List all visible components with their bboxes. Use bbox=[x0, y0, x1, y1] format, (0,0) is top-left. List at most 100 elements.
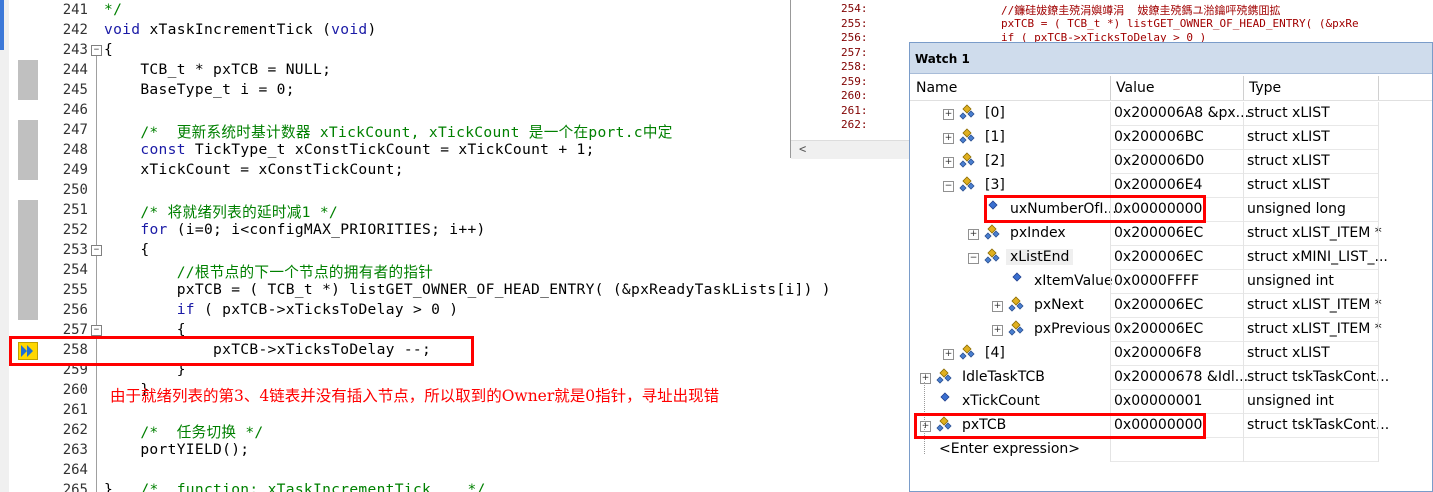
expand-plus-icon[interactable]: + bbox=[943, 157, 954, 168]
breakpoint-area[interactable] bbox=[18, 260, 38, 280]
watch-value[interactable]: 0x200006BC bbox=[1114, 129, 1204, 145]
code-line[interactable]: 242 void xTaskIncrementTick (void) bbox=[0, 20, 910, 40]
watch-value[interactable]: 0x20000678 &Idl... bbox=[1114, 369, 1248, 385]
breakpoint-area[interactable] bbox=[18, 300, 38, 320]
breakpoint-area[interactable] bbox=[18, 160, 38, 180]
watch-row[interactable]: + [4] 0x200006F8 struct xLIST bbox=[910, 342, 1432, 366]
watch-title-bar[interactable]: Watch 1 bbox=[910, 43, 1432, 74]
expand-plus-icon[interactable]: + bbox=[992, 325, 1003, 336]
watch-value[interactable]: 0x200006E4 bbox=[1114, 177, 1202, 193]
collapse-minus-icon[interactable]: − bbox=[943, 181, 954, 192]
breakpoint-area[interactable] bbox=[18, 200, 38, 220]
expand-plus-icon[interactable]: + bbox=[992, 301, 1003, 312]
expand-plus-icon[interactable]: + bbox=[968, 229, 979, 240]
code-line[interactable]: 262 /* 任务切换 */ bbox=[0, 420, 910, 441]
fold-toggle-icon[interactable]: − bbox=[91, 325, 102, 336]
watch-name[interactable]: pxPrevious bbox=[1034, 321, 1110, 337]
watch-value[interactable]: 0x0000FFFF bbox=[1114, 273, 1199, 289]
watch-value[interactable]: 0x200006EC bbox=[1114, 321, 1203, 337]
watch-value[interactable]: 0x200006F8 bbox=[1114, 345, 1202, 361]
watch-name[interactable]: <Enter expression> bbox=[939, 441, 1080, 457]
code-line[interactable]: 253− { bbox=[0, 240, 910, 260]
watch-row[interactable]: xTickCount 0x00000001 unsigned int bbox=[910, 390, 1432, 414]
watch-row[interactable]: + pxNext 0x200006EC struct xLIST_ITEM * bbox=[910, 294, 1432, 318]
expand-plus-icon[interactable]: + bbox=[943, 133, 954, 144]
expand-plus-icon[interactable]: + bbox=[943, 349, 954, 360]
scroll-left-arrow-icon[interactable]: < bbox=[799, 142, 806, 156]
collapse-minus-icon[interactable]: − bbox=[968, 253, 979, 264]
code-line[interactable]: 265} /* function: xTaskIncrementTick */ bbox=[0, 480, 910, 492]
watch-value[interactable]: 0x200006EC bbox=[1114, 249, 1203, 265]
watch-name[interactable]: [0] bbox=[985, 105, 1005, 121]
breakpoint-area[interactable] bbox=[18, 220, 38, 240]
fold-toggle-icon[interactable]: − bbox=[91, 45, 102, 56]
watch-name[interactable]: pxIndex bbox=[1010, 225, 1066, 241]
code-line[interactable]: 251 /* 将就绪列表的延时减1 */ bbox=[0, 200, 910, 221]
watch-type: unsigned int bbox=[1247, 393, 1334, 409]
code-line[interactable]: 264 bbox=[0, 460, 910, 480]
watch-row[interactable]: + pxPrevious 0x200006EC struct xLIST_ITEM * bbox=[910, 318, 1432, 342]
watch-row[interactable]: + [2] 0x200006D0 struct xLIST bbox=[910, 150, 1432, 174]
breakpoint-area[interactable] bbox=[18, 60, 38, 80]
column-separator[interactable] bbox=[1110, 76, 1111, 100]
watch-window[interactable]: Watch 1 Name Value Type + [0] 0x200006A8 &… bbox=[909, 42, 1433, 492]
watch-name[interactable]: [1] bbox=[985, 129, 1005, 145]
code-text: } /* function: xTaskIncrementTick */ bbox=[104, 481, 486, 492]
code-line[interactable]: 241 */ bbox=[0, 0, 910, 20]
code-line[interactable]: 243−{ bbox=[0, 40, 910, 60]
watch-value[interactable]: 0x200006EC bbox=[1114, 297, 1203, 313]
column-header-name[interactable]: Name bbox=[916, 80, 957, 96]
watch-row[interactable]: + [0] 0x200006A8 &px... struct xLIST bbox=[910, 102, 1432, 126]
watch-value[interactable]: 0x200006A8 &px... bbox=[1114, 105, 1249, 121]
fold-toggle-icon[interactable]: − bbox=[91, 245, 102, 256]
watch-value[interactable]: 0x00000001 bbox=[1114, 393, 1202, 409]
column-header-value[interactable]: Value bbox=[1116, 80, 1154, 96]
watch-name[interactable]: xListEnd bbox=[1006, 249, 1074, 265]
watch-name[interactable]: pxNext bbox=[1034, 297, 1084, 313]
watch-name[interactable]: xTickCount bbox=[962, 393, 1040, 409]
line-number: 245 bbox=[62, 82, 88, 98]
code-line[interactable]: 246 bbox=[0, 100, 910, 120]
column-header-type[interactable]: Type bbox=[1249, 80, 1281, 96]
code-line[interactable]: 263 portYIELD(); bbox=[0, 440, 910, 460]
expand-plus-icon[interactable]: + bbox=[943, 109, 954, 120]
watch-row[interactable]: + IdleTaskTCB 0x20000678 &Idl... struct tsk… bbox=[910, 366, 1432, 390]
watch-type: struct xLIST_ITEM * bbox=[1247, 225, 1382, 241]
watch-value[interactable]: 0x200006EC bbox=[1114, 225, 1203, 241]
code-editor[interactable]: 241 */242 void xTaskIncrementTick (void) 24… bbox=[0, 0, 910, 492]
watch-name[interactable]: xItemValue bbox=[1034, 273, 1113, 289]
watch-row[interactable]: xItemValue 0x0000FFFF unsigned int bbox=[910, 270, 1432, 294]
breakpoint-area[interactable] bbox=[18, 80, 38, 100]
code-line[interactable]: 248 const TickType_t xConstTickCount = x… bbox=[0, 140, 910, 160]
column-separator[interactable] bbox=[1243, 76, 1244, 100]
watch-row[interactable]: − xListEnd 0x200006EC struct xMINI_LIST_... bbox=[910, 246, 1432, 270]
code-line[interactable]: 250 bbox=[0, 180, 910, 200]
watch-name[interactable]: [3] bbox=[985, 177, 1005, 193]
breakpoint-area[interactable] bbox=[18, 240, 38, 260]
code-line[interactable]: 255 pxTCB = ( TCB_t *) listGET_OWNER_OF_… bbox=[0, 280, 910, 300]
code-line[interactable]: 247 /* 更新系统时基计数器 xTickCount, xTickCount … bbox=[0, 120, 910, 141]
watch-name[interactable]: [4] bbox=[985, 345, 1005, 361]
code-text: { bbox=[104, 41, 114, 58]
breakpoint-area[interactable] bbox=[18, 120, 38, 140]
column-separator[interactable] bbox=[1378, 76, 1379, 100]
code-line[interactable]: 249 xTickCount = xConstTickCount; bbox=[0, 160, 910, 180]
code-line[interactable]: 256 if ( pxTCB->xTicksToDelay > 0 ) bbox=[0, 300, 910, 320]
watch-row[interactable]: + pxIndex 0x200006EC struct xLIST_ITEM * bbox=[910, 222, 1432, 246]
code-text: xTickCount = xConstTickCount; bbox=[104, 161, 404, 178]
disassembly-horizontal-scrollbar[interactable]: < bbox=[791, 140, 911, 159]
watch-name[interactable]: [2] bbox=[985, 153, 1005, 169]
code-line[interactable]: 245 BaseType_t i = 0; bbox=[0, 80, 910, 100]
watch-row[interactable]: <Enter expression> bbox=[910, 438, 1432, 462]
code-line[interactable]: 244 TCB_t * pxTCB = NULL; bbox=[0, 60, 910, 80]
breakpoint-area[interactable] bbox=[18, 280, 38, 300]
variable-icon bbox=[1008, 272, 1026, 290]
watch-row[interactable]: + [1] 0x200006BC struct xLIST bbox=[910, 126, 1432, 150]
line-number: 243 bbox=[62, 42, 88, 58]
row-gridline bbox=[1110, 461, 1378, 462]
watch-value[interactable]: 0x200006D0 bbox=[1114, 153, 1204, 169]
watch-name[interactable]: IdleTaskTCB bbox=[962, 369, 1045, 385]
breakpoint-area[interactable] bbox=[18, 140, 38, 160]
code-line[interactable]: 252 for (i=0; i<configMAX_PRIORITIES; i+… bbox=[0, 220, 910, 240]
code-line[interactable]: 254 //根节点的下一个节点的拥有者的指针 bbox=[0, 260, 910, 281]
